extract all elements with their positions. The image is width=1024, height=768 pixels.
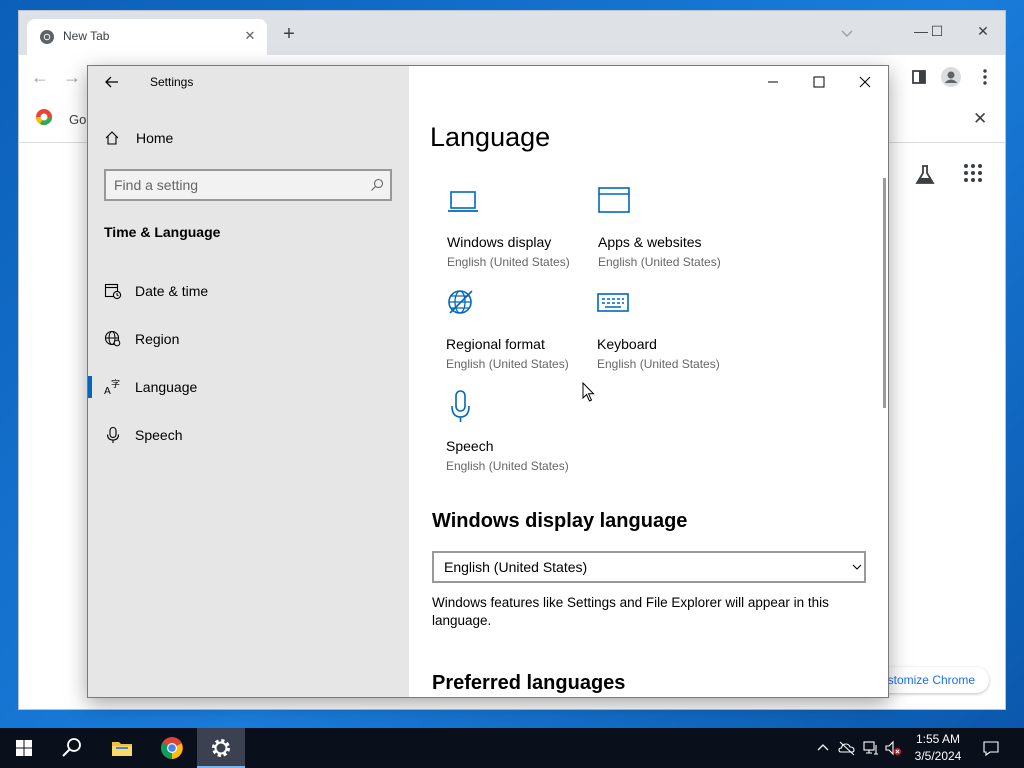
tile-value: English (United States) <box>597 357 720 371</box>
forward-arrow-icon[interactable]: → <box>63 67 81 88</box>
page-title: Language <box>430 122 551 152</box>
section-title: Time & Language <box>104 224 221 240</box>
display-language-dropdown[interactable]: English (United States) <box>432 551 866 583</box>
nav-item-label: Speech <box>135 427 183 443</box>
content-scrollbar[interactable] <box>883 178 886 408</box>
bookmark-label[interactable]: Go <box>69 112 86 127</box>
chrome-logo-icon <box>40 30 54 44</box>
settings-window: Settings Home Time & Language Date & tim… <box>87 65 889 698</box>
onedrive-offline-icon[interactable] <box>838 739 856 757</box>
nav-item-language[interactable]: A 字 Language <box>88 367 409 407</box>
folder-icon <box>112 742 132 756</box>
svg-text:字: 字 <box>111 378 120 390</box>
gear-icon <box>212 739 230 757</box>
settings-content: Language Windows display English (United… <box>409 66 888 697</box>
keyboard-icon <box>597 293 629 312</box>
profile-avatar-icon[interactable] <box>939 65 963 89</box>
display-language-heading: Windows display language <box>432 510 688 532</box>
microphone-icon <box>451 390 470 422</box>
tile-value: English (United States) <box>446 357 569 371</box>
nav-item-label: Language <box>135 379 198 395</box>
tile-label: Windows display <box>447 234 552 250</box>
search-icon <box>371 178 384 191</box>
nav-item-region[interactable]: Region <box>88 319 409 359</box>
start-button[interactable] <box>0 728 48 768</box>
windows-logo-icon <box>16 740 32 756</box>
tile-windows-display[interactable]: Windows display English (United States) <box>447 186 587 276</box>
tile-value: English (United States) <box>446 459 569 473</box>
nav-item-date-time[interactable]: Date & time <box>88 271 409 311</box>
back-arrow-icon[interactable] <box>102 72 122 92</box>
mouse-cursor-icon <box>582 382 595 402</box>
dropdown-value: English (United States) <box>444 559 588 575</box>
chrome-taskbar-button[interactable] <box>148 728 196 768</box>
side-panel-icon[interactable] <box>907 65 931 89</box>
display-language-description: Windows features like Settings and File … <box>432 595 829 628</box>
tile-apps-websites[interactable]: Apps & websites English (United States) <box>598 186 738 276</box>
home-icon <box>105 131 119 145</box>
chrome-maximize-button[interactable]: ☐ <box>919 17 955 45</box>
tile-regional-format[interactable]: Regional format English (United States) <box>446 288 586 378</box>
network-icon[interactable] <box>862 739 880 757</box>
nav-item-label: Region <box>135 331 180 347</box>
back-arrow-icon[interactable]: ← <box>31 67 49 88</box>
calendar-clock-icon <box>104 283 122 300</box>
volume-muted-icon[interactable] <box>884 739 902 757</box>
svg-text:A: A <box>104 386 111 396</box>
show-hidden-icons-chevron-icon[interactable] <box>814 739 832 757</box>
chrome-tab-title: New Tab <box>63 29 110 43</box>
minimize-icon[interactable] <box>750 66 796 98</box>
google-icon <box>35 109 53 126</box>
new-tab-button[interactable]: + <box>277 23 301 47</box>
tile-label: Speech <box>446 438 494 454</box>
microphone-icon <box>106 426 120 443</box>
settings-sidebar: Settings Home Time & Language Date & tim… <box>88 66 409 697</box>
search-icon <box>62 738 81 757</box>
nav-item-label: Date & time <box>135 283 209 299</box>
globe-format-icon <box>448 290 473 314</box>
tile-label: Keyboard <box>597 336 657 352</box>
tile-speech[interactable]: Speech English (United States) <box>446 390 586 480</box>
clock-time: 1:55 AM <box>915 732 961 746</box>
close-tab-icon[interactable]: ✕ <box>241 27 259 45</box>
chrome-close-button[interactable]: ✕ <box>965 17 1001 45</box>
window-icon <box>598 187 630 213</box>
window-title: Settings <box>150 75 194 89</box>
dismiss-banner-icon[interactable]: ✕ <box>973 109 987 129</box>
search-input[interactable] <box>114 176 354 194</box>
clock-date: 3/5/2024 <box>914 749 962 763</box>
tile-value: English (United States) <box>447 255 570 269</box>
close-icon[interactable] <box>842 66 888 98</box>
settings-taskbar-button[interactable] <box>197 728 245 768</box>
lab-flask-icon[interactable] <box>913 163 937 187</box>
tab-search-icon[interactable] <box>837 23 857 43</box>
taskbar-search-button[interactable] <box>48 728 96 768</box>
globe-region-icon <box>104 330 121 347</box>
file-explorer-button[interactable] <box>98 728 146 768</box>
language-icon: A 字 <box>104 378 120 396</box>
google-apps-icon[interactable] <box>963 163 983 183</box>
tile-label: Regional format <box>446 336 545 352</box>
system-clock[interactable]: 1:55 AM 3/5/2024 <box>904 731 972 765</box>
chrome-tab-new-tab[interactable]: New Tab ✕ <box>27 19 267 55</box>
tile-value: English (United States) <box>598 255 721 269</box>
tile-label: Apps & websites <box>598 234 702 250</box>
tile-keyboard[interactable]: Keyboard English (United States) <box>597 288 737 378</box>
nav-item-speech[interactable]: Speech <box>88 415 409 455</box>
window-controls <box>409 66 888 98</box>
chevron-down-icon <box>852 564 862 570</box>
chrome-logo-icon <box>161 737 183 759</box>
kebab-menu-icon[interactable] <box>973 65 997 89</box>
laptop-icon <box>448 191 478 212</box>
action-center-icon[interactable] <box>982 739 1000 757</box>
home-label: Home <box>136 130 174 146</box>
maximize-icon[interactable] <box>796 66 842 98</box>
settings-search-box[interactable] <box>104 169 392 201</box>
preferred-languages-heading: Preferred languages <box>432 672 626 694</box>
